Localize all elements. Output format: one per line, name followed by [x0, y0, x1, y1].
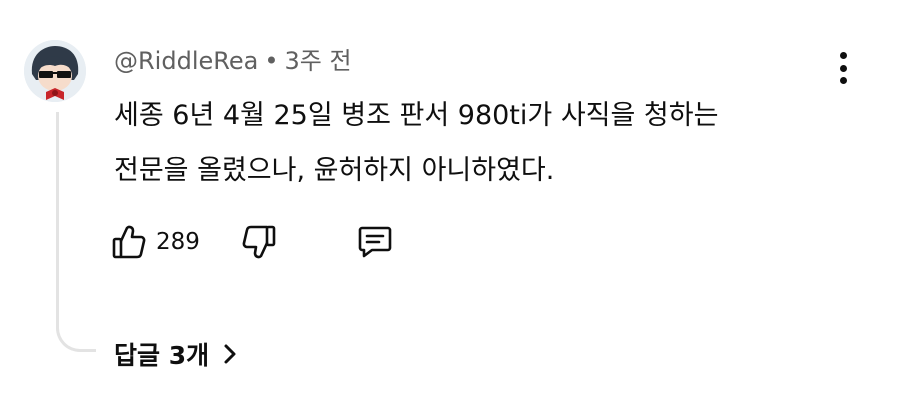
reply-button[interactable] — [358, 220, 392, 264]
thumbs-down-icon — [242, 225, 276, 259]
comment-meta: @RiddleRea • 3주 전 — [114, 46, 352, 76]
comment-text-line: 세종 6년 4월 25일 병조 판서 980ti가 사직을 청하는 — [114, 100, 719, 131]
avatar[interactable] — [24, 40, 86, 102]
comment-time[interactable]: 3주 전 — [284, 47, 351, 75]
view-replies-button[interactable]: 답글 3개 — [114, 334, 237, 374]
thumbs-up-icon — [112, 225, 146, 259]
reply-thread-line — [56, 112, 96, 352]
more-options-button[interactable] — [828, 50, 858, 86]
more-vertical-icon-dot — [839, 64, 847, 72]
like-count: 289 — [156, 229, 200, 255]
avatar-image — [24, 40, 86, 102]
replies-label: 답글 3개 — [114, 341, 210, 370]
dislike-button[interactable] — [242, 220, 276, 264]
meta-separator: • — [264, 47, 279, 75]
comment-text: 세종 6년 4월 25일 병조 판서 980ti가 사직을 청하는 전문을 올렸… — [114, 88, 814, 198]
more-vertical-icon-dot — [839, 77, 847, 84]
chevron-right-icon — [224, 344, 236, 364]
like-button[interactable]: 289 — [112, 220, 200, 264]
author-handle[interactable]: @RiddleRea — [114, 47, 258, 75]
comment-text-line: 전문을 올렸으나, 윤허하지 아니하였다. — [114, 155, 555, 186]
more-vertical-icon — [839, 52, 847, 59]
comment-icon — [358, 226, 392, 258]
